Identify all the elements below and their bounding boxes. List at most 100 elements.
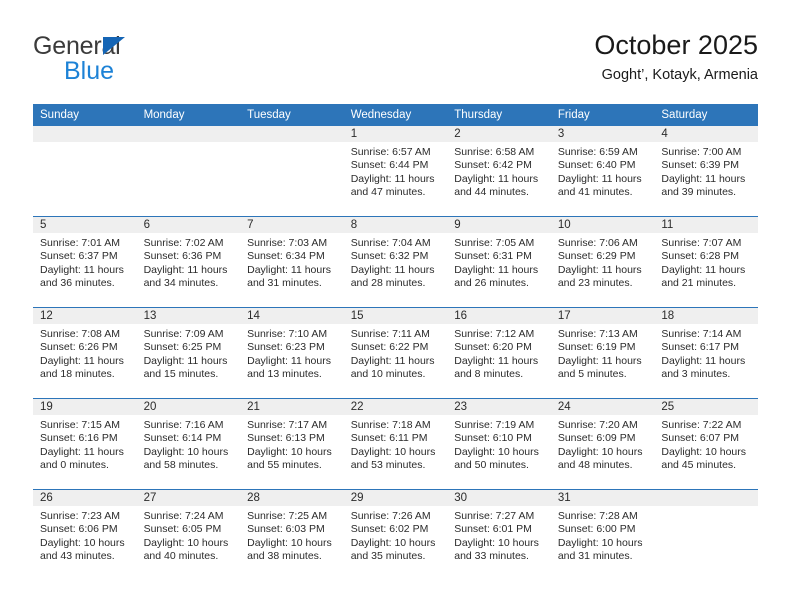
calendar-day[interactable]: 13 Sunrise: 7:09 AM Sunset: 6:25 PM Dayligh… [136, 308, 241, 397]
calendar-day[interactable]: 16 Sunrise: 7:12 AM Sunset: 6:20 PM Dayligh… [447, 308, 551, 397]
sunrise-time: Sunrise: 7:12 AM [454, 328, 535, 340]
calendar-cell[interactable]: 29 Sunrise: 7:26 AM Sunset: 6:02 PM Dayligh… [343, 489, 448, 580]
calendar-cell[interactable]: 7 Sunrise: 7:03 AM Sunset: 6:34 PM Daylight… [240, 216, 344, 308]
calendar-day[interactable]: 29 Sunrise: 7:26 AM Sunset: 6:02 PM Dayligh… [343, 490, 448, 579]
calendar-cell[interactable]: 25 Sunrise: 7:22 AM Sunset: 6:07 PM Dayligh… [654, 398, 758, 490]
calendar-cell[interactable]: 5 Sunrise: 7:01 AM Sunset: 6:37 PM Daylight… [33, 216, 137, 308]
day-number: 23 [447, 399, 551, 415]
calendar-cell[interactable]: 14 Sunrise: 7:10 AM Sunset: 6:23 PM Dayligh… [240, 307, 344, 399]
calendar-day[interactable]: 23 Sunrise: 7:19 AM Sunset: 6:10 PM Dayligh… [447, 399, 551, 488]
sunrise-time: Sunrise: 7:16 AM [143, 419, 224, 431]
calendar-day[interactable]: 22 Sunrise: 7:18 AM Sunset: 6:11 PM Dayligh… [343, 399, 448, 488]
calendar-cell[interactable] [136, 126, 241, 217]
calendar-cell[interactable]: 30 Sunrise: 7:27 AM Sunset: 6:01 PM Dayligh… [447, 489, 551, 580]
calendar-cell[interactable] [240, 126, 344, 217]
sunrise-time: Sunrise: 7:07 AM [661, 237, 742, 249]
calendar-cell[interactable]: 15 Sunrise: 7:11 AM Sunset: 6:22 PM Dayligh… [343, 307, 448, 399]
calendar-cell[interactable]: 19 Sunrise: 7:15 AM Sunset: 6:16 PM Dayligh… [33, 398, 137, 490]
calendar-day[interactable]: 31 Sunrise: 7:28 AM Sunset: 6:00 PM Dayligh… [550, 490, 655, 579]
daylight-duration-line1: Daylight: 10 hours [454, 445, 539, 458]
calendar-day[interactable]: 4 Sunrise: 7:00 AM Sunset: 6:39 PM Daylight… [654, 126, 758, 215]
calendar-day[interactable]: 5 Sunrise: 7:01 AM Sunset: 6:37 PM Daylight… [33, 217, 137, 306]
sunrise-time: Sunrise: 7:01 AM [40, 237, 120, 249]
calendar-cell[interactable]: 12 Sunrise: 7:08 AM Sunset: 6:26 PM Dayligh… [33, 307, 137, 399]
day-number: 11 [654, 217, 758, 233]
day-details: Sunrise: 7:27 AM Sunset: 6:01 PM Daylight:… [447, 506, 551, 564]
daylight-duration-line1: Daylight: 11 hours [350, 263, 435, 276]
sunrise-time: Sunrise: 7:14 AM [661, 328, 742, 340]
calendar-day[interactable]: 8 Sunrise: 7:04 AM Sunset: 6:32 PM Daylight… [343, 217, 448, 306]
sunset-time: Sunset: 6:26 PM [40, 341, 118, 354]
day-details: Sunrise: 7:12 AM Sunset: 6:20 PM Daylight:… [447, 324, 551, 382]
day-details: Sunrise: 7:05 AM Sunset: 6:31 PM Daylight:… [447, 233, 551, 291]
calendar-cell[interactable]: 17 Sunrise: 7:13 AM Sunset: 6:19 PM Dayligh… [550, 307, 655, 399]
calendar-page: General Blue October 2025 Goght’, Kotayk… [0, 0, 792, 612]
calendar-day[interactable]: 2 Sunrise: 6:58 AM Sunset: 6:42 PM Daylight… [447, 126, 551, 215]
calendar-day[interactable]: 19 Sunrise: 7:15 AM Sunset: 6:16 PM Dayligh… [33, 399, 137, 488]
triangle-icon [103, 37, 125, 55]
daylight-duration-line2: and 0 minutes. [40, 459, 109, 472]
calendar-day[interactable]: 6 Sunrise: 7:02 AM Sunset: 6:36 PM Daylight… [136, 217, 241, 306]
calendar-cell[interactable]: 22 Sunrise: 7:18 AM Sunset: 6:11 PM Dayligh… [343, 398, 448, 490]
weekday-header-saturday: Saturday [654, 104, 758, 126]
calendar-day[interactable]: 17 Sunrise: 7:13 AM Sunset: 6:19 PM Dayligh… [550, 308, 655, 397]
calendar-day[interactable]: 27 Sunrise: 7:24 AM Sunset: 6:05 PM Dayligh… [136, 490, 241, 579]
calendar-cell[interactable]: 20 Sunrise: 7:16 AM Sunset: 6:14 PM Dayligh… [136, 398, 241, 490]
sunset-time: Sunset: 6:28 PM [661, 250, 740, 263]
calendar-day[interactable]: 14 Sunrise: 7:10 AM Sunset: 6:23 PM Dayligh… [240, 308, 344, 397]
calendar-day[interactable]: 24 Sunrise: 7:20 AM Sunset: 6:09 PM Dayligh… [550, 399, 655, 488]
calendar-cell[interactable]: 3 Sunrise: 6:59 AM Sunset: 6:40 PM Daylight… [550, 126, 655, 217]
calendar-day-empty [240, 126, 344, 215]
calendar-day[interactable]: 12 Sunrise: 7:08 AM Sunset: 6:26 PM Dayligh… [33, 308, 137, 397]
calendar-cell[interactable]: 26 Sunrise: 7:23 AM Sunset: 6:06 PM Dayligh… [33, 489, 137, 580]
calendar-cell[interactable]: 11 Sunrise: 7:07 AM Sunset: 6:28 PM Dayligh… [654, 216, 758, 308]
calendar-cell[interactable]: 2 Sunrise: 6:58 AM Sunset: 6:42 PM Daylight… [447, 126, 551, 217]
calendar-cell[interactable] [33, 126, 137, 217]
calendar-day[interactable]: 18 Sunrise: 7:14 AM Sunset: 6:17 PM Dayligh… [654, 308, 758, 397]
calendar-cell[interactable] [654, 489, 758, 580]
calendar-cell[interactable]: 18 Sunrise: 7:14 AM Sunset: 6:17 PM Dayligh… [654, 307, 758, 399]
calendar-day[interactable]: 1 Sunrise: 6:57 AM Sunset: 6:44 PM Daylight… [343, 126, 448, 215]
calendar-cell[interactable]: 10 Sunrise: 7:06 AM Sunset: 6:29 PM Dayligh… [550, 216, 655, 308]
calendar-cell[interactable]: 4 Sunrise: 7:00 AM Sunset: 6:39 PM Daylight… [654, 126, 758, 217]
calendar-day[interactable]: 20 Sunrise: 7:16 AM Sunset: 6:14 PM Dayligh… [136, 399, 241, 488]
calendar-cell[interactable]: 31 Sunrise: 7:28 AM Sunset: 6:00 PM Dayligh… [550, 489, 655, 580]
day-number: 21 [240, 399, 344, 415]
calendar-cell[interactable]: 21 Sunrise: 7:17 AM Sunset: 6:13 PM Dayligh… [240, 398, 344, 490]
calendar-day[interactable]: 10 Sunrise: 7:06 AM Sunset: 6:29 PM Dayligh… [550, 217, 655, 306]
sunset-time: Sunset: 6:32 PM [350, 250, 429, 263]
calendar-cell[interactable]: 13 Sunrise: 7:09 AM Sunset: 6:25 PM Dayligh… [136, 307, 241, 399]
calendar-day[interactable]: 21 Sunrise: 7:17 AM Sunset: 6:13 PM Dayligh… [240, 399, 344, 488]
day-number: 29 [343, 490, 448, 506]
sunrise-time: Sunrise: 7:18 AM [350, 419, 431, 431]
day-details: Sunrise: 7:18 AM Sunset: 6:11 PM Daylight:… [344, 415, 448, 473]
calendar-day[interactable]: 3 Sunrise: 6:59 AM Sunset: 6:40 PM Daylight… [550, 126, 655, 215]
calendar-cell[interactable]: 28 Sunrise: 7:25 AM Sunset: 6:03 PM Dayligh… [240, 489, 344, 580]
daylight-duration-line2: and 43 minutes. [40, 550, 115, 563]
calendar-cell[interactable]: 6 Sunrise: 7:02 AM Sunset: 6:36 PM Daylight… [136, 216, 241, 308]
calendar-cell[interactable]: 8 Sunrise: 7:04 AM Sunset: 6:32 PM Daylight… [343, 216, 448, 308]
day-number: 15 [343, 308, 448, 324]
sunset-time: Sunset: 6:39 PM [661, 159, 740, 172]
calendar-day[interactable]: 15 Sunrise: 7:11 AM Sunset: 6:22 PM Dayligh… [343, 308, 448, 397]
calendar-day[interactable]: 9 Sunrise: 7:05 AM Sunset: 6:31 PM Daylight… [447, 217, 551, 306]
calendar-day[interactable]: 7 Sunrise: 7:03 AM Sunset: 6:34 PM Daylight… [240, 217, 344, 306]
calendar-cell[interactable]: 1 Sunrise: 6:57 AM Sunset: 6:44 PM Daylight… [343, 126, 448, 217]
daylight-duration-line2: and 26 minutes. [454, 277, 529, 290]
calendar-cell[interactable]: 23 Sunrise: 7:19 AM Sunset: 6:10 PM Dayligh… [447, 398, 551, 490]
general-blue-logo: General Blue [33, 34, 233, 90]
calendar-day[interactable]: 26 Sunrise: 7:23 AM Sunset: 6:06 PM Dayligh… [33, 490, 137, 579]
day-number: 12 [33, 308, 137, 324]
calendar-table: Sunday Monday Tuesday Wednesday Thursday… [33, 104, 758, 580]
calendar-cell[interactable]: 16 Sunrise: 7:12 AM Sunset: 6:20 PM Dayligh… [447, 307, 551, 399]
sunset-time: Sunset: 6:02 PM [350, 523, 429, 536]
day-details: Sunrise: 7:06 AM Sunset: 6:29 PM Daylight:… [551, 233, 655, 291]
calendar-day[interactable]: 11 Sunrise: 7:07 AM Sunset: 6:28 PM Dayligh… [654, 217, 758, 306]
calendar-cell[interactable]: 9 Sunrise: 7:05 AM Sunset: 6:31 PM Daylight… [447, 216, 551, 308]
calendar-cell[interactable]: 27 Sunrise: 7:24 AM Sunset: 6:05 PM Dayligh… [136, 489, 241, 580]
calendar-day[interactable]: 30 Sunrise: 7:27 AM Sunset: 6:01 PM Dayligh… [447, 490, 551, 579]
calendar-cell[interactable]: 24 Sunrise: 7:20 AM Sunset: 6:09 PM Dayligh… [550, 398, 655, 490]
calendar-day[interactable]: 25 Sunrise: 7:22 AM Sunset: 6:07 PM Dayligh… [654, 399, 758, 488]
daylight-duration-line1: Daylight: 11 hours [557, 263, 642, 276]
calendar-day[interactable]: 28 Sunrise: 7:25 AM Sunset: 6:03 PM Dayligh… [240, 490, 344, 579]
